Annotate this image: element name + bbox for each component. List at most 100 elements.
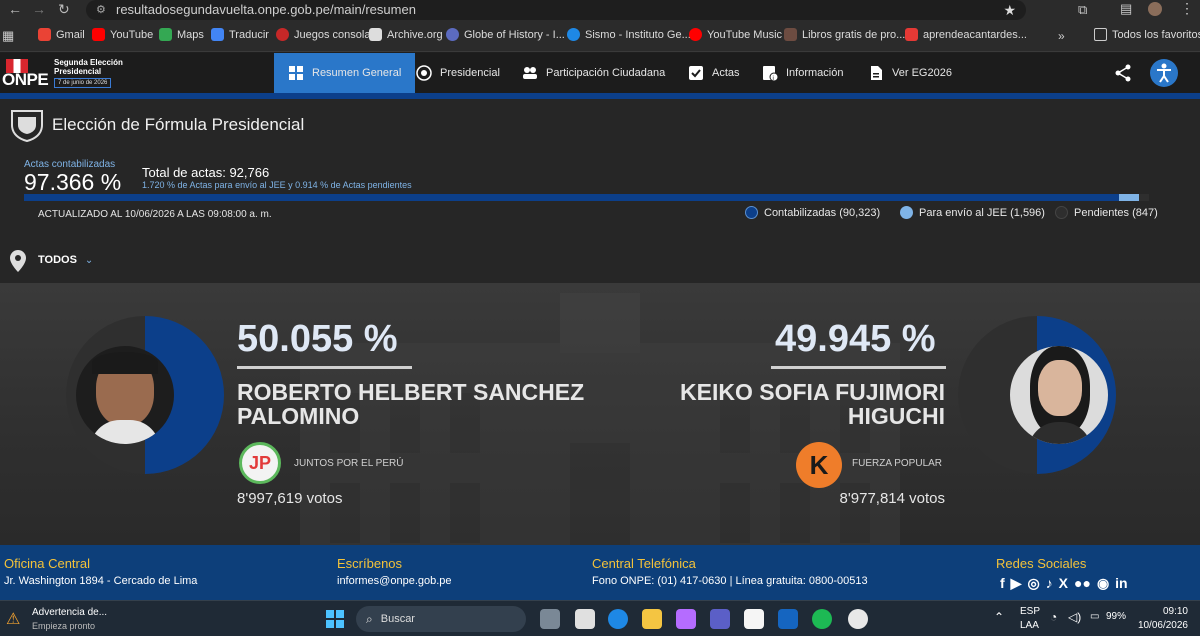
- tiktok-icon[interactable]: ♪: [1046, 575, 1053, 592]
- actas-subnote: 1.720 % de Actas para envío al JEE y 0.9…: [142, 180, 412, 190]
- mail-icon[interactable]: [778, 609, 798, 629]
- warning-icon: ⚠: [6, 611, 21, 628]
- youtube-icon[interactable]: ▶: [1011, 575, 1022, 592]
- bookmark-globe[interactable]: Globe of History - I...: [446, 28, 565, 41]
- candidate-2-votes: 8'977,814 votos: [839, 490, 945, 507]
- document-icon: [871, 66, 882, 80]
- lang-line1[interactable]: ESP: [1020, 606, 1040, 617]
- youtube-music-icon: [689, 28, 702, 41]
- region-filter[interactable]: TODOS ⌄: [38, 254, 93, 266]
- copilot-icon[interactable]: [676, 609, 696, 629]
- people-icon: [523, 67, 537, 79]
- chrome-icon[interactable]: [848, 609, 868, 629]
- x-icon[interactable]: X: [1059, 575, 1068, 592]
- social-icons: f ▶ ◎ ♪ X ●● ◉ in: [1000, 575, 1128, 592]
- bookmark-archive[interactable]: Archive.org: [369, 28, 443, 41]
- url-bar[interactable]: ⚙ resultadosegundavuelta.onpe.gob.pe/mai…: [86, 0, 1026, 20]
- tab-ver-eg2026[interactable]: Ver EG2026: [868, 53, 952, 93]
- wifi-icon[interactable]: ◔: [1050, 610, 1057, 624]
- gmail-icon: [38, 28, 51, 41]
- globe-icon: [446, 28, 459, 41]
- youtube-icon: [92, 28, 105, 41]
- candidate-2-name-line1: KEIKO SOFIA FUJIMORI: [680, 379, 945, 405]
- lang-line2: LAA: [1020, 620, 1039, 631]
- more-bookmarks-icon[interactable]: »: [1058, 29, 1065, 43]
- progress-jee: [1119, 194, 1139, 201]
- volume-icon[interactable]: ◁): [1068, 610, 1081, 624]
- flickr-icon[interactable]: ●●: [1074, 575, 1091, 592]
- candidate-1-party: JUNTOS POR EL PERÚ: [294, 458, 404, 469]
- legend-dot-pending: [1055, 206, 1068, 219]
- back-icon[interactable]: ←: [8, 1, 22, 17]
- edge-icon[interactable]: [608, 609, 628, 629]
- libros-icon: [784, 28, 797, 41]
- bookmarks-bar: ▦ Gmail YouTube Maps Traducir Juegos con…: [0, 22, 1200, 52]
- seal-icon: [416, 65, 432, 81]
- tab-resumen-general[interactable]: Resumen General: [274, 53, 416, 93]
- menu-icon[interactable]: ⋮: [1180, 0, 1194, 17]
- translate-icon: [211, 28, 224, 41]
- taskbar-search[interactable]: ⌕ Buscar: [356, 606, 526, 632]
- apps-icon[interactable]: ▦: [2, 28, 14, 44]
- bookmark-maps[interactable]: Maps: [159, 28, 204, 41]
- candidate-1-name-line2: PALOMINO: [237, 403, 360, 429]
- extensions-icon[interactable]: ⧉: [1078, 2, 1087, 18]
- bookmark-traducir[interactable]: Traducir: [211, 28, 269, 41]
- all-bookmarks[interactable]: Todos los favoritos: [1094, 28, 1200, 41]
- onpe-logo[interactable]: ONPE Segunda Elección Presidencial 7 de …: [0, 57, 130, 91]
- alert-title[interactable]: Advertencia de...: [32, 607, 107, 618]
- bookmark-gmail[interactable]: Gmail: [38, 28, 85, 41]
- task-view-icon[interactable]: [540, 609, 560, 629]
- accessibility-icon: [1157, 63, 1171, 83]
- legend-pending: Pendientes (847): [1055, 206, 1158, 219]
- site-info-icon[interactable]: ⚙: [96, 0, 106, 20]
- office-address: Jr. Washington 1894 - Cercado de Lima: [4, 575, 198, 587]
- forward-icon[interactable]: →: [32, 1, 46, 17]
- instagram-icon[interactable]: ◎: [1027, 575, 1039, 592]
- battery-icon[interactable]: ▭: [1090, 611, 1099, 622]
- star-icon[interactable]: ★: [1003, 0, 1016, 20]
- bookmark-libros[interactable]: Libros gratis de pro...: [784, 28, 905, 41]
- bookmark-juegos[interactable]: Juegos consola: [276, 28, 370, 41]
- fuerza-popular-logo: K: [796, 442, 842, 488]
- tray-chevron-icon[interactable]: ⌃: [994, 610, 1004, 624]
- accessibility-button[interactable]: [1150, 59, 1178, 87]
- tab-informacion[interactable]: i Información: [762, 53, 843, 93]
- progress-counted: [24, 194, 1120, 201]
- sismo-icon: [567, 28, 580, 41]
- spotify-icon[interactable]: ◉: [1097, 575, 1109, 592]
- clock-time[interactable]: 09:10: [1136, 606, 1188, 617]
- mail-link[interactable]: informes@onpe.gob.pe: [337, 575, 452, 587]
- tab-participacion[interactable]: Participación Ciudadana: [522, 53, 665, 93]
- office-heading: Oficina Central: [4, 556, 90, 571]
- tab-actas[interactable]: Actas: [688, 53, 740, 93]
- tab-presidencial[interactable]: Presidencial: [416, 53, 500, 93]
- phone-heading: Central Telefónica: [592, 556, 696, 571]
- file-explorer-icon[interactable]: [642, 609, 662, 629]
- facebook-icon[interactable]: f: [1000, 575, 1005, 592]
- legend-jee: Para envío al JEE (1,596): [900, 206, 1045, 219]
- linkedin-icon[interactable]: in: [1115, 575, 1127, 592]
- store-icon[interactable]: [575, 609, 595, 629]
- solitaire-icon[interactable]: [744, 609, 764, 629]
- reload-icon[interactable]: ↻: [58, 1, 70, 18]
- windows-start-icon[interactable]: [326, 610, 344, 628]
- bookmark-youtube-music[interactable]: YouTube Music: [689, 28, 782, 41]
- candidate-1-percentage: 50.055 %: [237, 318, 398, 360]
- bookmark-youtube[interactable]: YouTube: [92, 28, 153, 41]
- profile-avatar[interactable]: [1148, 2, 1162, 16]
- legend-counted: Contabilizadas (90,323): [745, 206, 880, 219]
- candidates-panel: 50.055 % ROBERTO HELBERT SANCHEZ PALOMIN…: [0, 283, 1200, 545]
- teams-icon[interactable]: [710, 609, 730, 629]
- bookmark-sismo[interactable]: Sismo - Instituto Ge...: [567, 28, 691, 41]
- search-icon: ⌕: [366, 611, 373, 626]
- share-icon[interactable]: [1114, 64, 1132, 82]
- bookmark-aprende[interactable]: aprendeacantardes...: [905, 28, 1027, 41]
- candidate-2-party: FUERZA POPULAR: [852, 458, 943, 469]
- total-actas: Total de actas: 92,766: [142, 165, 270, 180]
- battery-percent: 99%: [1106, 611, 1127, 622]
- sidebar-icon[interactable]: ▤: [1120, 1, 1132, 17]
- escudo-icon: [11, 110, 43, 143]
- spotify-app-icon[interactable]: [812, 609, 832, 629]
- info-icon: i: [763, 66, 778, 81]
